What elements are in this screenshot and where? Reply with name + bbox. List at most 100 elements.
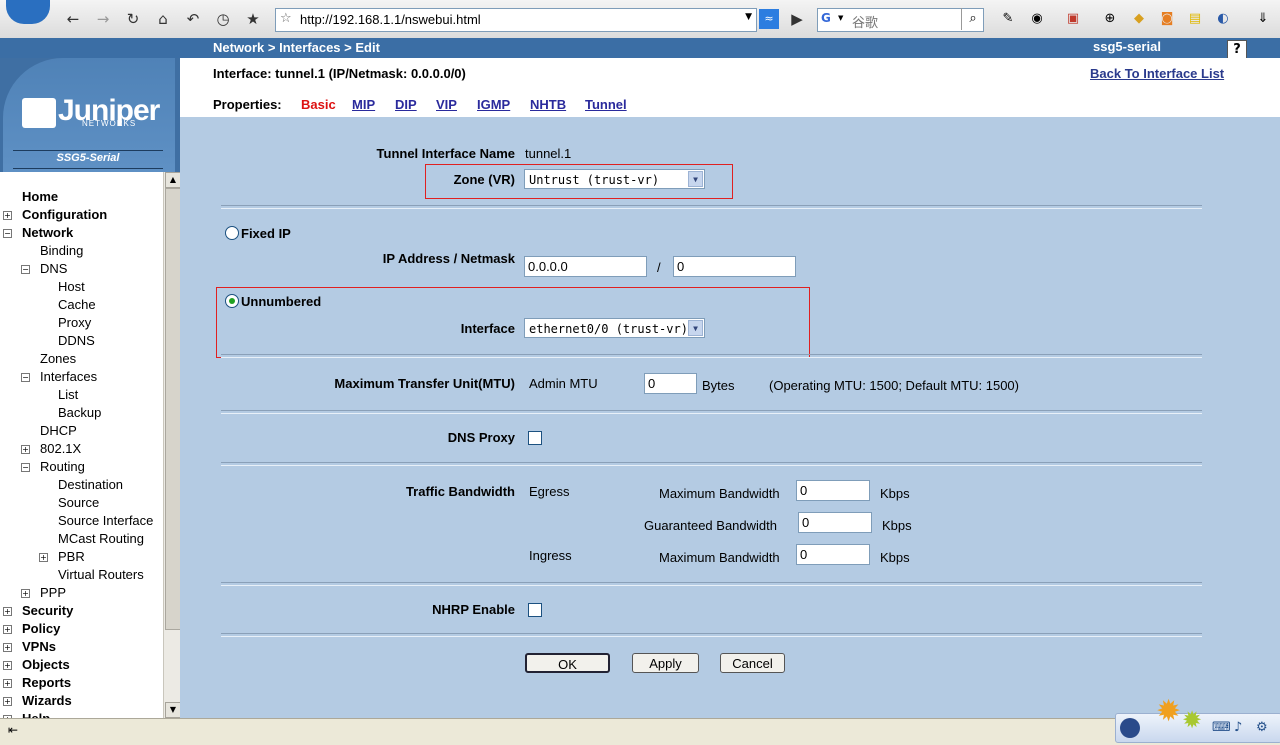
url-dropdown-icon[interactable]: ▼ — [745, 12, 752, 22]
notes-icon[interactable]: ▤ — [1186, 10, 1204, 28]
expand-icon[interactable]: + — [3, 211, 12, 220]
fixed-ip-radio[interactable] — [225, 226, 239, 240]
tab-dip[interactable]: DIP — [395, 97, 417, 112]
expand-icon[interactable]: + — [21, 445, 30, 454]
nav-item-backup[interactable]: Backup — [58, 404, 101, 422]
download-icon[interactable]: ⇓ — [1254, 10, 1272, 28]
ip-address-input[interactable]: 0.0.0.0 — [524, 256, 647, 277]
nav-item-binding[interactable]: Binding — [40, 242, 83, 260]
forward-icon[interactable]: → — [93, 9, 113, 29]
ingress-max-bw-input[interactable]: 0 — [796, 544, 870, 565]
history-icon[interactable]: ◷ — [213, 9, 233, 29]
help-icon[interactable]: ? — [1227, 40, 1247, 60]
nav-item-ddns[interactable]: DDNS — [58, 332, 95, 350]
nav-item-dns[interactable]: DNS — [40, 260, 67, 278]
tab-nhtb[interactable]: NHTB — [530, 97, 566, 112]
nav-item-proxy[interactable]: Proxy — [58, 314, 91, 332]
expand-icon[interactable]: + — [3, 643, 12, 652]
undo-icon[interactable]: ↶ — [183, 9, 203, 29]
ok-button[interactable]: OK — [525, 653, 610, 673]
nav-item-mcast-routing[interactable]: MCast Routing — [58, 530, 144, 548]
search-icon[interactable]: ⌕ — [961, 8, 984, 30]
reload-icon[interactable]: ↻ — [123, 9, 143, 29]
scroll-up-icon[interactable]: ▲ — [165, 172, 181, 188]
nav-item-dhcp[interactable]: DHCP — [40, 422, 77, 440]
egress-max-bw-input[interactable]: 0 — [796, 480, 870, 501]
tab-basic[interactable]: Basic — [301, 97, 336, 112]
expand-icon[interactable]: + — [39, 553, 48, 562]
collapse-icon[interactable]: − — [21, 373, 30, 382]
expand-icon[interactable]: + — [21, 589, 30, 598]
nav-item-list[interactable]: List — [58, 386, 78, 404]
office-icon[interactable]: ▣ — [1064, 10, 1082, 28]
compat-icon[interactable]: ≈ — [759, 9, 779, 29]
bookmark-star-icon[interactable]: ★ — [243, 9, 263, 29]
camera-icon[interactable]: ◉ — [1028, 10, 1046, 28]
settings-icon[interactable]: ◐ — [1214, 10, 1232, 28]
nav-item-vpns[interactable]: VPNs — [22, 638, 56, 656]
tag-icon[interactable]: ◆ — [1130, 10, 1148, 28]
nav-item-8021x[interactable]: 802.1X — [40, 440, 81, 458]
nav-item-destination[interactable]: Destination — [58, 476, 123, 494]
collapse-icon[interactable]: − — [21, 463, 30, 472]
expand-icon[interactable]: + — [3, 661, 12, 670]
nav-item-source[interactable]: Source — [58, 494, 99, 512]
scroll-thumb[interactable] — [165, 188, 181, 630]
address-bar[interactable]: ☆ http://192.168.1.1/nswebui.html ▼ — [275, 8, 757, 32]
cancel-button[interactable]: Cancel — [720, 653, 785, 673]
scroll-down-icon[interactable]: ▼ — [165, 702, 181, 718]
rss-icon[interactable]: ◙ — [1158, 10, 1176, 28]
search-engine-dropdown-icon[interactable]: ▼ — [838, 14, 843, 22]
nav-item-security[interactable]: Security — [22, 602, 73, 620]
nav-item-source-interface[interactable]: Source Interface — [58, 512, 153, 530]
netmask-input[interactable]: 0 — [673, 256, 796, 277]
nav-item-wizards[interactable]: Wizards — [22, 692, 72, 710]
tab-tunnel[interactable]: Tunnel — [585, 97, 627, 112]
expand-icon[interactable]: + — [3, 679, 12, 688]
keyboard-icon[interactable]: ⌨ — [1212, 720, 1231, 735]
expand-icon[interactable]: + — [3, 697, 12, 706]
nhrp-enable-checkbox[interactable] — [528, 603, 542, 617]
sidebar-scrollbar[interactable]: ▲ ▼ — [163, 172, 181, 718]
back-to-interface-list-link[interactable]: Back To Interface List — [1090, 66, 1224, 81]
edit-icon[interactable]: ✎ — [999, 10, 1017, 28]
tab-mip[interactable]: MIP — [352, 97, 375, 112]
ime-logo-icon[interactable] — [1120, 718, 1140, 738]
tab-vip[interactable]: VIP — [436, 97, 457, 112]
dns-proxy-checkbox[interactable] — [528, 431, 542, 445]
nav-item-policy[interactable]: Policy — [22, 620, 60, 638]
mic-icon[interactable]: ♪ — [1234, 720, 1242, 735]
apply-button[interactable]: Apply — [632, 653, 699, 673]
nav-item-host[interactable]: Host — [58, 278, 85, 296]
collapse-icon[interactable]: − — [21, 265, 30, 274]
nav-item-virtual-routers[interactable]: Virtual Routers — [58, 566, 144, 584]
nav-item-help[interactable]: Help — [22, 710, 50, 718]
nav-item-cache[interactable]: Cache — [58, 296, 96, 314]
nav-item-configuration[interactable]: Configuration — [22, 206, 107, 224]
nav-item-objects[interactable]: Objects — [22, 656, 70, 674]
nav-item-zones[interactable]: Zones — [40, 350, 76, 368]
chevron-down-icon[interactable]: ▼ — [688, 320, 703, 336]
nav-item-home[interactable]: Home — [22, 188, 58, 206]
interface-select[interactable]: ethernet0/0 (trust-vr) ▼ — [524, 318, 705, 338]
expand-icon[interactable]: + — [3, 607, 12, 616]
egress-guar-bw-input[interactable]: 0 — [798, 512, 872, 533]
expand-icon[interactable]: + — [3, 625, 12, 634]
unnumbered-radio[interactable] — [225, 294, 239, 308]
nav-item-routing[interactable]: Routing — [40, 458, 85, 476]
tab-igmp[interactable]: IGMP — [477, 97, 510, 112]
nav-item-interfaces[interactable]: Interfaces — [40, 368, 97, 386]
nav-item-pbr[interactable]: PBR — [58, 548, 85, 566]
nav-item-ppp[interactable]: PPP — [40, 584, 66, 602]
zoom-icon[interactable]: ⊕ — [1101, 10, 1119, 28]
go-icon[interactable]: ▶ — [787, 9, 807, 29]
settings-icon[interactable]: ⚙ — [1256, 720, 1268, 735]
zone-select[interactable]: Untrust (trust-vr) ▼ — [524, 169, 705, 189]
home-icon[interactable]: ⌂ — [153, 9, 173, 29]
nav-item-reports[interactable]: Reports — [22, 674, 71, 692]
chevron-down-icon[interactable]: ▼ — [688, 171, 703, 187]
nav-item-network[interactable]: Network — [22, 224, 73, 242]
admin-mtu-input[interactable]: 0 — [644, 373, 697, 394]
search-box[interactable]: G ▼ 谷歌 ⌕ — [817, 8, 984, 32]
collapse-icon[interactable]: − — [3, 229, 12, 238]
